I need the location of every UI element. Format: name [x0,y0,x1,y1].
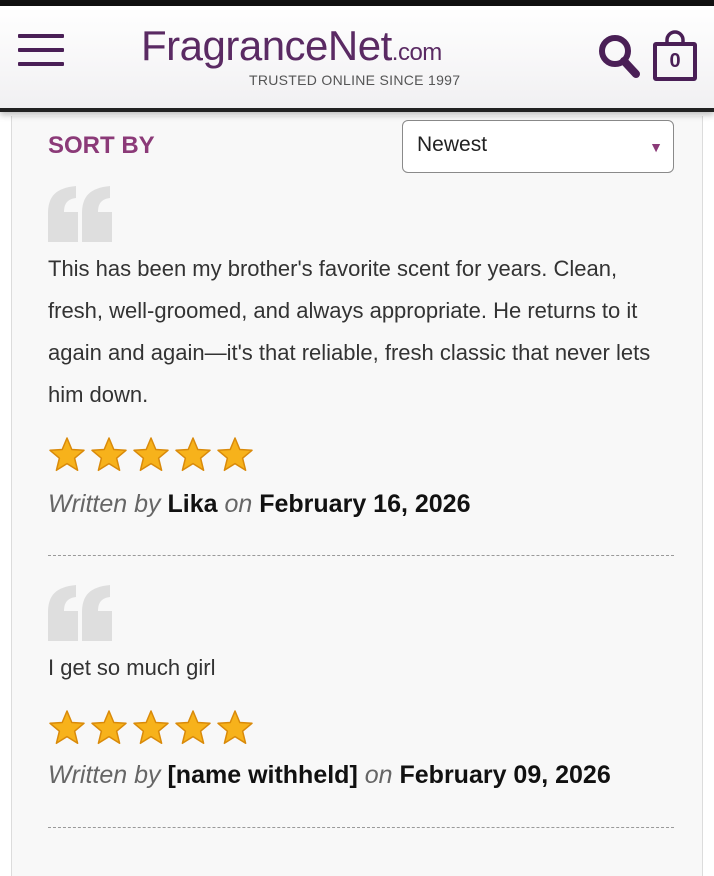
star-filled-icon [133,710,169,745]
star-filled-icon [91,437,127,472]
cart-count: 0 [669,50,681,72]
star-filled-icon [175,437,211,472]
chevron-down-icon: ▼ [649,139,663,155]
star-filled-icon [49,437,85,472]
cart-button[interactable]: 0 [652,28,698,82]
star-filled-icon [133,437,169,472]
review-author: Lika [167,490,218,518]
hamburger-menu-icon [18,48,64,52]
logo-tagline: TRUSTED ONLINE SINCE 1997 [249,72,461,88]
review-divider [48,555,674,556]
review-date: February 09, 2026 [399,761,611,789]
star-filled-icon [91,710,127,745]
star-filled-icon [217,437,253,472]
written-by-label: Written by [48,761,161,789]
hamburger-menu-icon [18,62,64,66]
review-author: [name withheld] [167,761,358,789]
search-icon [599,35,640,78]
hamburger-menu-icon [18,34,64,38]
reviews-panel: SORT BY Newest ▼ This has been my brothe… [11,116,703,876]
written-by-label: Written by [48,490,161,518]
site-logo[interactable]: FragranceNet.com TRUSTED ONLINE SINCE 19… [141,22,481,92]
review-text: I get so much girl [48,655,216,680]
sort-by-label: SORT BY [48,132,155,159]
star-filled-icon [49,710,85,745]
star-filled-icon [217,710,253,745]
star-rating [48,709,258,747]
sort-select[interactable]: Newest ▼ [402,120,674,173]
search-button[interactable] [596,32,642,80]
star-rating [48,436,258,474]
site-header: FragranceNet.com TRUSTED ONLINE SINCE 19… [0,6,714,112]
star-filled-icon [175,710,211,745]
menu-button[interactable] [18,32,64,68]
review-text: This has been my brother's favorite scen… [48,256,651,407]
review-divider [48,827,674,828]
on-label: on [364,761,393,789]
review-byline: Written by Lika on February 16, 2026 [48,490,470,519]
quote-icon [48,186,112,242]
review-date: February 16, 2026 [259,490,471,518]
quote-icon [48,585,112,641]
sort-selected-value: Newest [417,133,488,156]
logo-wordmark: FragranceNet.com [141,22,442,69]
on-label: on [224,490,253,518]
review-byline: Written by [name withheld] on February 0… [48,761,611,790]
